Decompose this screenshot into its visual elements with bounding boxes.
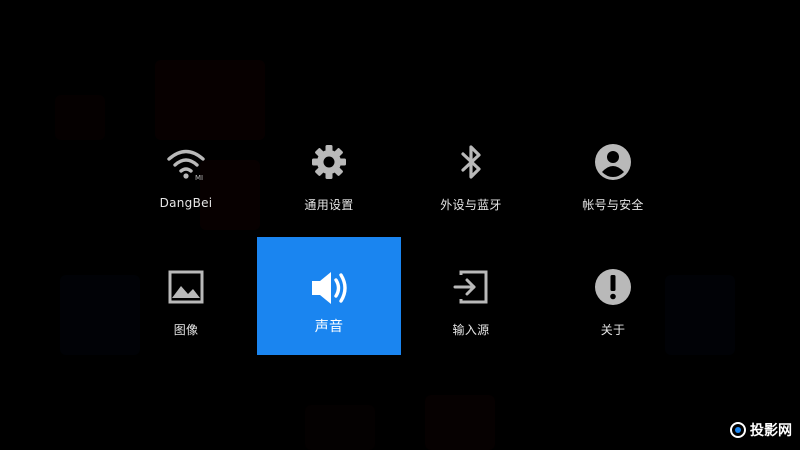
image-icon [166, 267, 206, 307]
menu-item-label: 输入源 [452, 323, 490, 337]
menu-item-sound[interactable]: 声音 [257, 237, 401, 355]
account-icon [593, 142, 633, 182]
menu-item-label: 关于 [600, 323, 626, 337]
watermark-text: 投影网 [750, 423, 792, 439]
menu-item-label: 帐号与安全 [582, 198, 644, 212]
wifi-icon: MI [166, 142, 206, 182]
menu-item-label: 通用设置 [304, 198, 354, 212]
menu-item-about[interactable]: 关于 [541, 245, 685, 363]
mi-badge: MI [195, 174, 203, 182]
watermark-logo: 投影网 [730, 418, 792, 442]
menu-item-picture[interactable]: 图像 [114, 245, 258, 363]
speaker-icon [306, 265, 352, 311]
menu-item-label: 图像 [173, 323, 199, 337]
watermark-icon [730, 422, 746, 438]
tv-settings-screen: MI DangBei 通用设置 外设与蓝牙 帐号与安全 图像 声音 输入源 关于… [0, 0, 800, 450]
menu-item-account-security[interactable]: 帐号与安全 [541, 120, 685, 238]
menu-item-general-settings[interactable]: 通用设置 [257, 120, 401, 238]
gear-icon [309, 142, 349, 182]
menu-item-label: 声音 [314, 319, 344, 335]
info-icon [593, 267, 633, 307]
input-source-icon [451, 267, 491, 307]
menu-item-peripherals-bluetooth[interactable]: 外设与蓝牙 [399, 120, 543, 238]
menu-item-network[interactable]: MI DangBei [114, 120, 258, 238]
bluetooth-icon [451, 142, 491, 182]
menu-item-label: 外设与蓝牙 [440, 198, 502, 212]
menu-item-label: DangBei [159, 196, 213, 210]
menu-item-input-source[interactable]: 输入源 [399, 245, 543, 363]
